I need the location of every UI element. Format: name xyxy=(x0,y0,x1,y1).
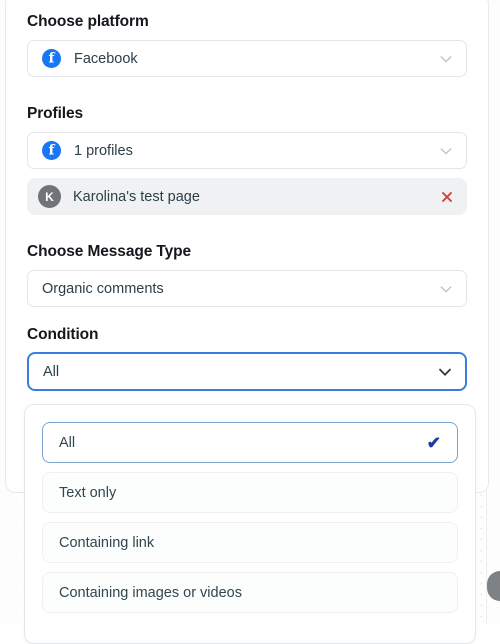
selected-profile-name: Karolina's test page xyxy=(73,189,200,205)
chevron-down-icon xyxy=(438,281,454,297)
condition-option-all[interactable]: All ✔ xyxy=(42,422,458,463)
condition-option-label: Containing images or videos xyxy=(59,585,242,601)
platform-select-value: Facebook xyxy=(74,51,138,67)
message-type-select[interactable]: Organic comments xyxy=(27,270,467,307)
choose-platform-label: Choose platform xyxy=(27,13,467,31)
choose-message-type-label: Choose Message Type xyxy=(27,243,467,261)
facebook-icon xyxy=(42,141,61,160)
condition-option-label: Text only xyxy=(59,485,116,501)
avatar: K xyxy=(38,185,61,208)
message-type-select-value: Organic comments xyxy=(42,281,164,297)
check-icon: ✔ xyxy=(427,434,441,451)
condition-select[interactable]: All xyxy=(27,352,467,391)
selected-profile-chip: K Karolina's test page xyxy=(27,178,467,215)
condition-option-text-only[interactable]: Text only xyxy=(42,472,458,513)
condition-option-label: Containing link xyxy=(59,535,154,551)
profiles-select[interactable]: 1 profiles xyxy=(27,132,467,169)
chevron-down-icon xyxy=(437,364,453,380)
profiles-label: Profiles xyxy=(27,105,467,123)
close-x-icon[interactable] xyxy=(440,190,454,204)
facebook-icon xyxy=(42,49,61,68)
condition-option-containing-images-or-videos[interactable]: Containing images or videos xyxy=(42,572,458,613)
condition-dropdown-panel: All ✔ Text only Containing link Containi… xyxy=(24,404,476,644)
condition-option-label: All xyxy=(59,435,75,451)
condition-select-value: All xyxy=(43,364,59,380)
condition-option-containing-link[interactable]: Containing link xyxy=(42,522,458,563)
profiles-select-value: 1 profiles xyxy=(74,143,133,159)
platform-select[interactable]: Facebook xyxy=(27,40,467,77)
chevron-down-icon xyxy=(438,51,454,67)
condition-label: Condition xyxy=(27,326,467,344)
chevron-down-icon xyxy=(438,143,454,159)
